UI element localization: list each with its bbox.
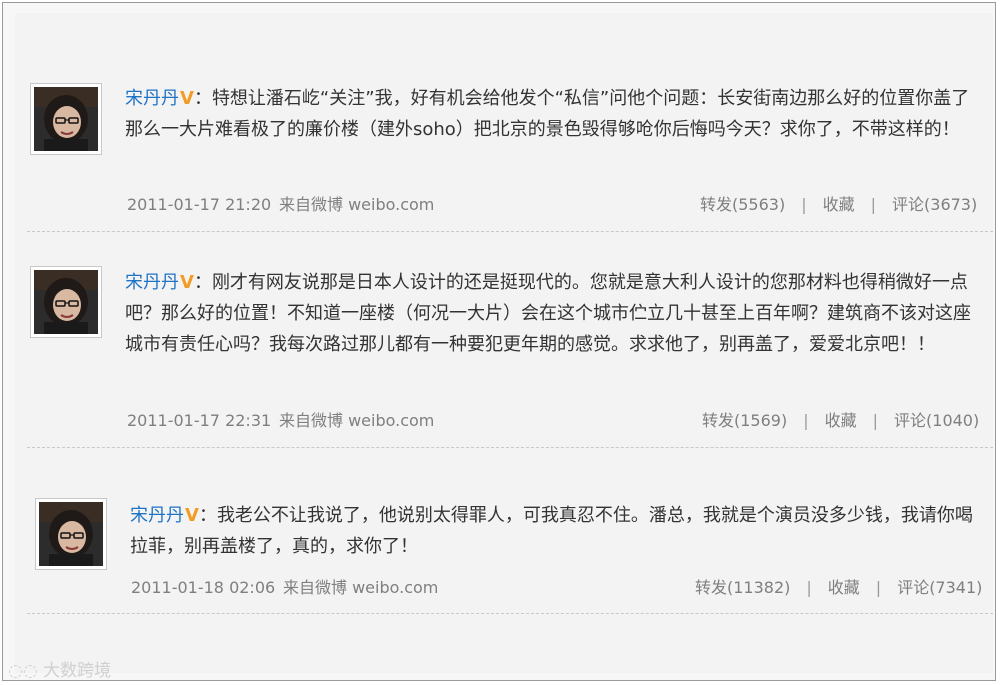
screenshot-frame: 宋丹丹V：特想让潘石屹“关注”我，好有机会给他发个“私信”问他个问题：长安街南边… bbox=[2, 2, 996, 681]
post-source[interactable]: 来自微博 weibo.com bbox=[279, 195, 434, 214]
verified-badge-icon: V bbox=[180, 272, 194, 293]
post-source[interactable]: 来自微博 weibo.com bbox=[283, 578, 438, 597]
action-divider: | bbox=[872, 411, 879, 430]
post-time[interactable]: 2011-01-17 21:20 bbox=[127, 193, 279, 217]
post-text: 我老公不让我说了，他说别太得罪人，可我真忍不住。潘总，我就是个演员没多少钱，我请… bbox=[130, 505, 973, 557]
author-separator: ： bbox=[193, 272, 212, 293]
post-actions: 转发(5563) | 收藏 | 评论(3673) bbox=[700, 193, 977, 217]
post-text: 刚才有网友说那是日本人设计的还是挺现代的。您就是意大利人设计的您那材料也得稍微好… bbox=[125, 272, 971, 355]
author-avatar[interactable] bbox=[30, 83, 102, 155]
comment-link[interactable]: 评论(3673) bbox=[892, 195, 977, 214]
favorite-link[interactable]: 收藏 bbox=[823, 195, 855, 214]
action-divider: | bbox=[870, 195, 877, 214]
post-text: 特想让潘石屹“关注”我，好有机会给他发个“私信”问他个问题：长安街南边那么好的位… bbox=[125, 88, 970, 140]
action-divider: | bbox=[875, 578, 882, 597]
forward-link[interactable]: 转发(1569) bbox=[702, 411, 787, 430]
weibo-feed: 宋丹丹V：特想让潘石屹“关注”我，好有机会给他发个“私信”问他个问题：长安街南边… bbox=[15, 13, 993, 673]
comment-link[interactable]: 评论(1040) bbox=[894, 411, 979, 430]
post-time[interactable]: 2011-01-18 02:06 bbox=[131, 576, 283, 600]
verified-badge-icon: V bbox=[180, 88, 194, 109]
post-meta: 2011-01-17 21:20 来自微博 weibo.com bbox=[127, 193, 434, 217]
post-divider bbox=[27, 231, 993, 232]
author-name[interactable]: 宋丹丹 bbox=[130, 505, 184, 526]
post-actions: 转发(11382) | 收藏 | 评论(7341) bbox=[695, 576, 982, 600]
watermark: ◌◌ 大数跨境 bbox=[8, 656, 111, 681]
action-divider: | bbox=[801, 195, 807, 214]
author-separator: ： bbox=[193, 88, 212, 109]
forward-link[interactable]: 转发(5563) bbox=[700, 195, 785, 214]
post-content: 宋丹丹V：我老公不让我说了，他说别太得罪人，可我真忍不住。潘总，我就是个演员没多… bbox=[130, 500, 984, 562]
verified-badge-icon: V bbox=[185, 505, 199, 526]
watermark-text: 大数跨境 bbox=[43, 661, 112, 681]
post-meta: 2011-01-18 02:06 来自微博 weibo.com bbox=[131, 576, 438, 600]
post-time[interactable]: 2011-01-17 22:31 bbox=[127, 409, 279, 433]
avatar-icon bbox=[39, 502, 103, 566]
comment-link[interactable]: 评论(7341) bbox=[897, 578, 982, 597]
author-name[interactable]: 宋丹丹 bbox=[125, 88, 179, 109]
post-content: 宋丹丹V：刚才有网友说那是日本人设计的还是挺现代的。您就是意大利人设计的您那材料… bbox=[125, 267, 979, 360]
forward-link[interactable]: 转发(11382) bbox=[695, 578, 790, 597]
post-divider bbox=[27, 447, 993, 448]
avatar-icon bbox=[34, 270, 98, 334]
action-divider: | bbox=[806, 578, 812, 597]
post-actions: 转发(1569) | 收藏 | 评论(1040) bbox=[702, 409, 979, 433]
action-divider: | bbox=[803, 411, 809, 430]
watermark-logo-icon: ◌◌ bbox=[8, 661, 44, 681]
author-avatar[interactable] bbox=[35, 498, 107, 570]
avatar-icon bbox=[34, 87, 98, 151]
author-name[interactable]: 宋丹丹 bbox=[125, 272, 179, 293]
post-meta: 2011-01-17 22:31 来自微博 weibo.com bbox=[127, 409, 434, 433]
favorite-link[interactable]: 收藏 bbox=[828, 578, 860, 597]
favorite-link[interactable]: 收藏 bbox=[825, 411, 857, 430]
author-separator: ： bbox=[198, 505, 217, 526]
post-source[interactable]: 来自微博 weibo.com bbox=[279, 411, 434, 430]
author-avatar[interactable] bbox=[30, 266, 102, 338]
post-content: 宋丹丹V：特想让潘石屹“关注”我，好有机会给他发个“私信”问他个问题：长安街南边… bbox=[125, 83, 979, 145]
post-divider bbox=[27, 613, 993, 614]
